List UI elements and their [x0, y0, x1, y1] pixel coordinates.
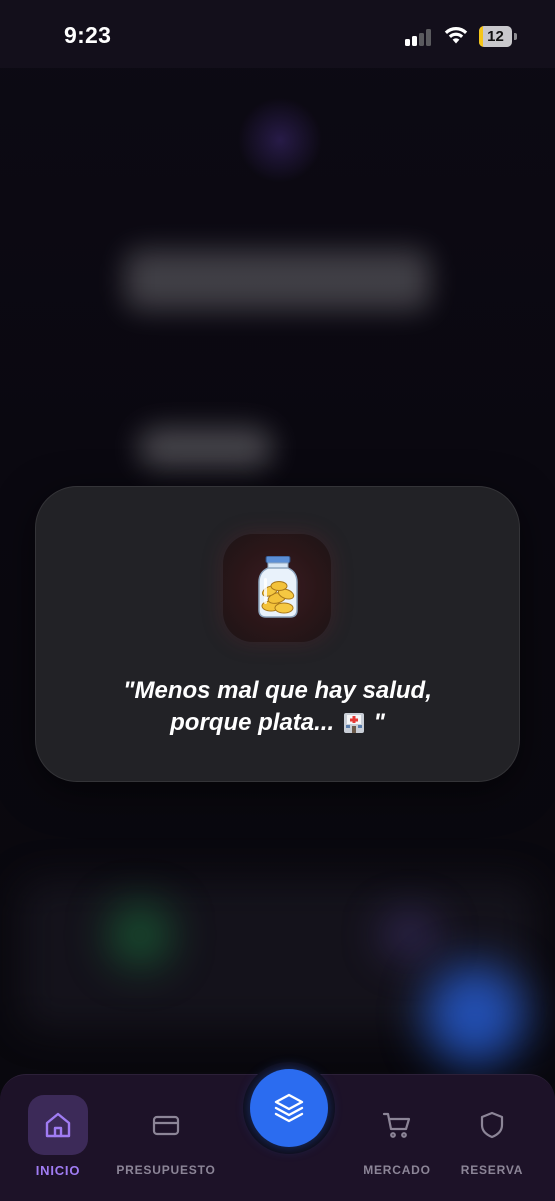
toast-message-end: ": [373, 709, 385, 736]
cart-icon: [382, 1112, 411, 1138]
blurred-green-glow: [110, 905, 170, 965]
nav-label-mercado: MERCADO: [363, 1163, 431, 1177]
center-action-button[interactable]: [250, 1069, 328, 1147]
nav-item-presupuesto[interactable]: PRESUPUESTO: [108, 1075, 224, 1201]
hospital-icon: [343, 713, 364, 733]
nav-icon-bg-presupuesto: [136, 1095, 196, 1155]
wifi-icon: [444, 26, 468, 44]
layers-icon: [274, 1093, 304, 1123]
nav-icon-bg-mercado: [367, 1095, 427, 1155]
blurred-balance: [125, 250, 430, 310]
shield-icon: [480, 1111, 504, 1139]
nav-icon-bg-reserva: [462, 1095, 522, 1155]
jar-badge: [223, 534, 331, 642]
nav-item-inicio[interactable]: INICIO: [18, 1075, 98, 1201]
center-action-ring: [243, 1062, 335, 1154]
nav-label-presupuesto: PRESUPUESTO: [116, 1163, 216, 1177]
status-time: 9:23: [64, 22, 112, 48]
battery-level: 12: [487, 28, 504, 45]
toast-message-line1: "Menos mal que hay salud,: [123, 677, 432, 704]
toast-message: "Menos mal que hay salud, porque plata..…: [56, 675, 499, 739]
blurred-purple-glow: [380, 910, 440, 960]
toast-message-line2: porque plata...: [170, 709, 335, 736]
credit-card-icon: [152, 1115, 180, 1136]
coin-jar-icon: [258, 556, 298, 618]
cellular-signal-icon: [405, 29, 433, 46]
home-icon: [45, 1112, 71, 1138]
quote-toast[interactable]: "Menos mal que hay salud, porque plata..…: [35, 486, 520, 782]
nav-item-reserva[interactable]: RESERVA: [452, 1075, 532, 1201]
blurred-blue-glow: [425, 965, 525, 1065]
status-bar: 9:23 12: [0, 0, 555, 68]
battery-icon: 12: [479, 26, 517, 47]
nav-label-inicio: INICIO: [35, 1163, 81, 1178]
nav-label-reserva: RESERVA: [460, 1163, 524, 1177]
nav-icon-bg-inicio: [28, 1095, 88, 1155]
nav-item-mercado[interactable]: MERCADO: [356, 1075, 438, 1201]
blurred-pill: [138, 428, 273, 468]
